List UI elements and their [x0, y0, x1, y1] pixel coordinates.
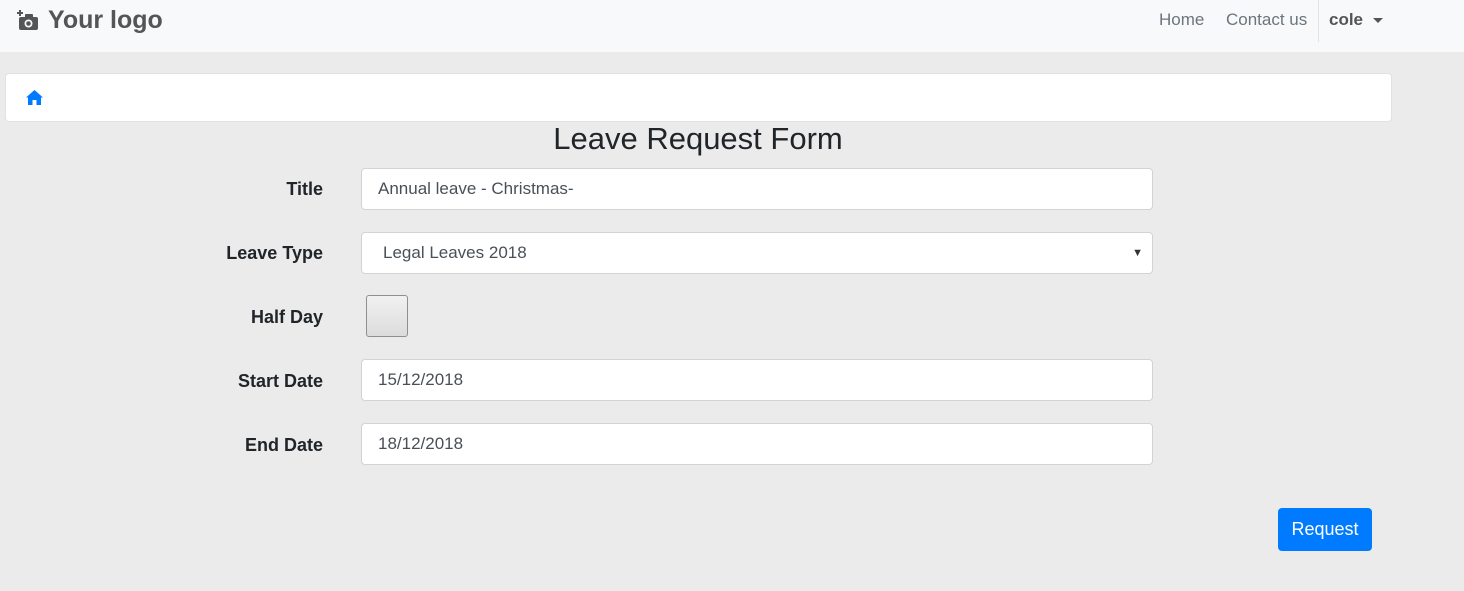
start-date-input[interactable]: 15/12/2018	[361, 359, 1153, 401]
camera-plus-icon	[17, 9, 38, 30]
leave-type-selected: Legal Leaves 2018	[383, 243, 527, 262]
nav-link-home[interactable]: Home	[1159, 10, 1204, 30]
leave-type-label: Leave Type	[226, 243, 323, 263]
start-date-label: Start Date	[237, 371, 323, 391]
brand-logo[interactable]: Your logo	[17, 6, 163, 35]
leave-type-select[interactable]: Legal Leaves 2018 ▼	[361, 232, 1153, 274]
dropdown-arrow-icon: ▼	[1132, 247, 1143, 259]
title-label: Title	[286, 179, 323, 199]
nav-divider	[1318, 0, 1319, 42]
caret-down-icon	[1373, 17, 1384, 23]
half-day-checkbox[interactable]	[366, 295, 408, 337]
nav-link-contact[interactable]: Contact us	[1226, 10, 1307, 30]
home-icon[interactable]	[26, 90, 43, 105]
request-button[interactable]: Request	[1278, 508, 1372, 551]
user-name: cole	[1329, 10, 1364, 29]
top-navbar: Your logo Home Contact us cole	[0, 0, 1464, 52]
end-date-input[interactable]: 18/12/2018	[361, 423, 1153, 465]
title-input[interactable]: Annual leave - Christmas-	[361, 168, 1153, 210]
user-dropdown[interactable]: cole	[1329, 10, 1384, 30]
page-title: Leave Request Form	[553, 121, 843, 156]
end-date-label: End Date	[244, 435, 323, 455]
breadcrumb	[5, 73, 1392, 122]
brand-text: Your logo	[48, 6, 163, 34]
half-day-label: Half Day	[250, 307, 323, 327]
